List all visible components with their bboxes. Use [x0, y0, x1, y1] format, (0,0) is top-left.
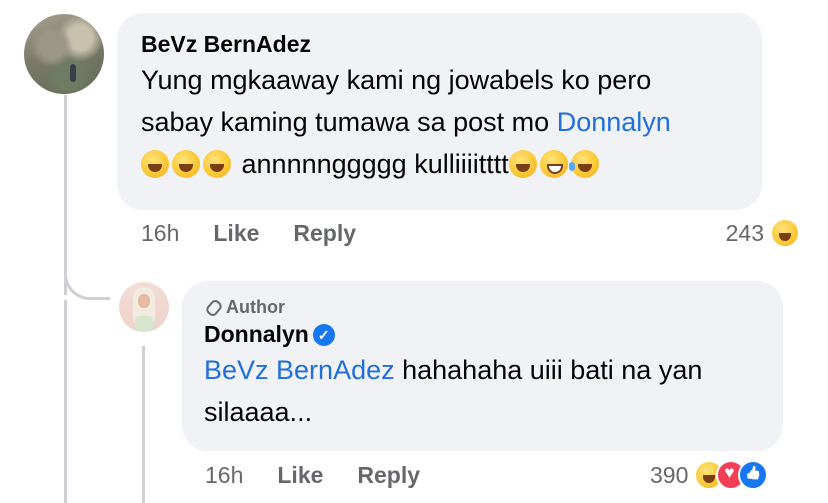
commenter-avatar[interactable]	[24, 14, 104, 94]
reply-thread-line	[142, 346, 145, 503]
comment-bubble: BeVz BernAdez Yung mgkaaway kami ng jowa…	[117, 13, 762, 210]
author-badge-label: Author	[226, 297, 285, 317]
laughing-emoji-icon	[172, 150, 200, 178]
comment-text-span: annnnnggggg kulliiiitttt	[241, 149, 509, 179]
avatar-face	[138, 294, 150, 308]
microphone-icon	[204, 299, 220, 315]
reply-button[interactable]: Reply	[293, 220, 356, 247]
like-button[interactable]: Like	[277, 462, 323, 489]
reply-author-name[interactable]: Donnalyn ✓	[204, 319, 761, 349]
mention-link[interactable]: Donnalyn	[557, 107, 671, 137]
like-icon	[738, 460, 769, 490]
reply-actions: 16h Like Reply	[205, 462, 420, 489]
reaction-count: 390	[650, 461, 689, 488]
reply-text: BeVz BernAdez hahahaha uiii bati na yan …	[204, 349, 761, 433]
comment-text-line: sabay kaming tumawa sa post mo Donnalyn	[141, 101, 738, 143]
laughing-emoji-icon	[141, 150, 169, 178]
reaction-summary[interactable]: 243	[726, 218, 800, 248]
thread-line	[64, 300, 67, 503]
mention-link[interactable]: BeVz BernAdez	[204, 355, 395, 385]
avatar-dress	[135, 316, 153, 332]
avatar-figure	[70, 64, 76, 82]
laughing-emoji-icon	[203, 150, 231, 178]
reply-text-line: BeVz BernAdez hahahaha uiii bati na yan	[204, 349, 761, 391]
reaction-summary[interactable]: 390	[650, 460, 769, 490]
reply-bubble: Author Donnalyn ✓ BeVz BernAdez hahahaha …	[182, 281, 783, 451]
reply-author-label[interactable]: Donnalyn	[204, 321, 309, 347]
reaction-count: 243	[725, 219, 764, 246]
reply-button[interactable]: Reply	[357, 462, 420, 489]
comment-timestamp[interactable]: 16h	[141, 220, 179, 247]
comment-author-name[interactable]: BeVz BernAdez	[141, 29, 738, 59]
haha-icon	[770, 218, 800, 248]
comment-actions: 16h Like Reply	[141, 220, 356, 247]
tears-of-joy-emoji-icon	[568, 150, 599, 178]
laughing-emoji-icon	[508, 150, 537, 178]
comment-text-line: Yung mgkaaway kami ng jowabels ko pero	[141, 65, 652, 95]
comment-text: Yung mgkaaway kami ng jowabels ko pero s…	[141, 59, 738, 185]
reply-text-span: hahahaha uiii bati na yan	[394, 355, 703, 385]
comment-text-line: annnnnggggg kulliiiitttt	[141, 143, 738, 185]
reply-timestamp[interactable]: 16h	[205, 462, 243, 489]
grinning-emoji-icon	[539, 150, 568, 178]
verified-badge-icon: ✓	[312, 324, 335, 346]
thread-branch-curve	[64, 262, 110, 300]
author-badge: Author	[204, 295, 761, 319]
author-avatar[interactable]	[119, 282, 169, 332]
like-button[interactable]: Like	[213, 220, 259, 247]
reply-text-line: silaaaa...	[204, 397, 313, 427]
comment-text-span: sabay kaming tumawa sa post mo	[141, 107, 557, 137]
